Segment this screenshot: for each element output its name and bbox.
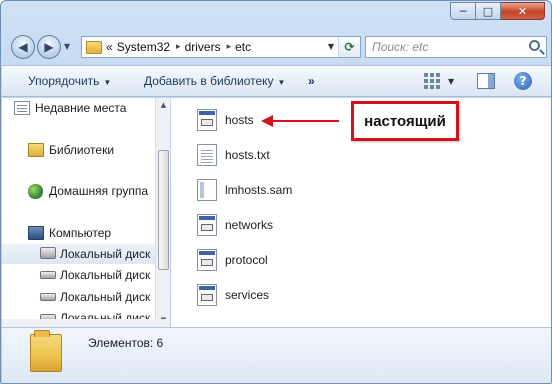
file-item-networks[interactable]: networks [193, 211, 393, 239]
back-button[interactable]: ◀ [11, 35, 35, 59]
add-to-library-label: Добавить в библиотеку [144, 74, 274, 88]
nav-item-recent-places[interactable]: Недавние места [2, 98, 155, 118]
nav-item-label: Библиотеки [49, 143, 115, 157]
navigation-pane-scrollbar[interactable]: ▲ ▼ [155, 98, 170, 327]
forward-button[interactable]: ▶ [37, 35, 61, 59]
file-name: services [225, 288, 270, 302]
organize-label: Упорядочить [28, 74, 100, 88]
minimize-button[interactable]: ─ [450, 2, 476, 20]
view-options-dropdown[interactable]: ▼ [448, 77, 454, 86]
explorer-window: ─ □ ✕ ◀ ▶ ▼ « System32 ▸ drivers ▸ etc ▼… [0, 0, 552, 384]
nav-item-local-disk[interactable]: Локальный диск [2, 265, 155, 285]
back-arrow-icon: ◀ [18, 40, 28, 54]
file-name: lmhosts.sam [225, 183, 293, 197]
nav-item-homegroup[interactable]: Домашняя группа [2, 181, 155, 201]
maximize-button[interactable]: □ [476, 2, 501, 20]
file-item-lmhosts-sam[interactable]: lmhosts.sam [193, 176, 393, 204]
details-pane: Элементов: 6 [2, 327, 551, 383]
items-count: Элементов: 6 [88, 336, 164, 350]
file-name: protocol [225, 253, 268, 267]
breadcrumb-separator-icon[interactable]: ▸ [176, 42, 181, 52]
recent-places-icon [14, 101, 30, 115]
search-input[interactable] [372, 40, 522, 54]
folder-icon [30, 330, 62, 372]
local-disk-system-icon [40, 247, 56, 259]
breadcrumb-drivers[interactable]: drivers [185, 40, 221, 54]
local-disk-icon [40, 293, 56, 301]
sam-file-icon [197, 179, 217, 201]
folder-icon [86, 40, 102, 54]
system-file-icon [197, 214, 217, 236]
file-name: hosts.txt [225, 148, 270, 162]
homegroup-icon [28, 184, 43, 199]
nav-item-computer[interactable]: Компьютер [2, 223, 155, 243]
chevron-down-icon: ▼ [103, 78, 112, 87]
close-button[interactable]: ✕ [501, 2, 545, 20]
command-bar: Упорядочить ▼ Добавить в библиотеку ▼ » ▼ … [2, 65, 551, 97]
system-file-icon [197, 109, 217, 131]
refresh-button[interactable]: ⟳ [338, 37, 360, 57]
nav-item-local-disk[interactable]: Локальный диск [2, 287, 155, 307]
file-item-hosts-txt[interactable]: hosts.txt [193, 141, 393, 169]
computer-icon [28, 226, 44, 240]
nav-item-label: Домашняя группа [49, 184, 149, 198]
organize-menu-button[interactable]: Упорядочить ▼ [28, 74, 111, 88]
chevron-down-icon: ▼ [277, 78, 286, 87]
libraries-icon [28, 143, 44, 157]
nav-item-label: Локальный диск [60, 268, 151, 282]
search-box[interactable] [365, 36, 547, 58]
breadcrumb-system32[interactable]: System32 [117, 40, 170, 54]
local-disk-icon [40, 271, 56, 279]
breadcrumb-etc[interactable]: etc [235, 40, 251, 54]
nav-item-label: Недавние места [35, 101, 127, 115]
system-file-icon [197, 284, 217, 306]
more-commands-button[interactable]: » [308, 74, 315, 88]
file-item-protocol[interactable]: protocol [193, 246, 393, 274]
scrollbar-thumb[interactable] [158, 150, 169, 270]
nav-item-label: Локальный диск [60, 247, 151, 261]
add-to-library-button[interactable]: Добавить в библиотеку ▼ [144, 74, 285, 88]
system-file-icon [197, 249, 217, 271]
pane-bottom-edge [2, 319, 170, 327]
navigation-row: ◀ ▶ ▼ « System32 ▸ drivers ▸ etc ▼ ⟳ [7, 33, 547, 61]
nav-item-label: Компьютер [49, 226, 112, 240]
forward-arrow-icon: ▶ [44, 40, 54, 54]
annotation-arrow-shaft [269, 120, 339, 122]
annotation-callout: настоящий [351, 101, 459, 141]
scroll-up-icon[interactable]: ▲ [156, 98, 171, 112]
change-view-icon[interactable] [424, 73, 442, 89]
recent-pages-dropdown[interactable]: ▼ [64, 42, 70, 51]
preview-pane-icon[interactable] [477, 73, 495, 89]
help-icon[interactable]: ? [514, 72, 532, 90]
nav-item-local-disk-system[interactable]: Локальный диск [2, 244, 155, 264]
breadcrumb-overflow[interactable]: « [106, 40, 113, 54]
address-bar[interactable]: « System32 ▸ drivers ▸ etc ▼ ⟳ [81, 36, 361, 58]
search-icon[interactable] [529, 40, 540, 51]
address-history-dropdown[interactable]: ▼ [328, 42, 334, 51]
navigation-pane: Недавние места Библиотеки Домашняя групп… [2, 98, 155, 327]
nav-item-label: Локальный диск [60, 290, 151, 304]
file-name: hosts [225, 113, 254, 127]
nav-item-libraries[interactable]: Библиотеки [2, 140, 155, 160]
breadcrumb-separator-icon[interactable]: ▸ [227, 42, 232, 52]
refresh-icon: ⟳ [344, 40, 355, 54]
text-file-icon [197, 144, 217, 166]
file-item-services[interactable]: services [193, 281, 393, 309]
file-name: networks [225, 218, 274, 232]
caption-buttons: ─ □ ✕ [450, 2, 545, 20]
title-bar[interactable]: ─ □ ✕ [1, 1, 551, 29]
